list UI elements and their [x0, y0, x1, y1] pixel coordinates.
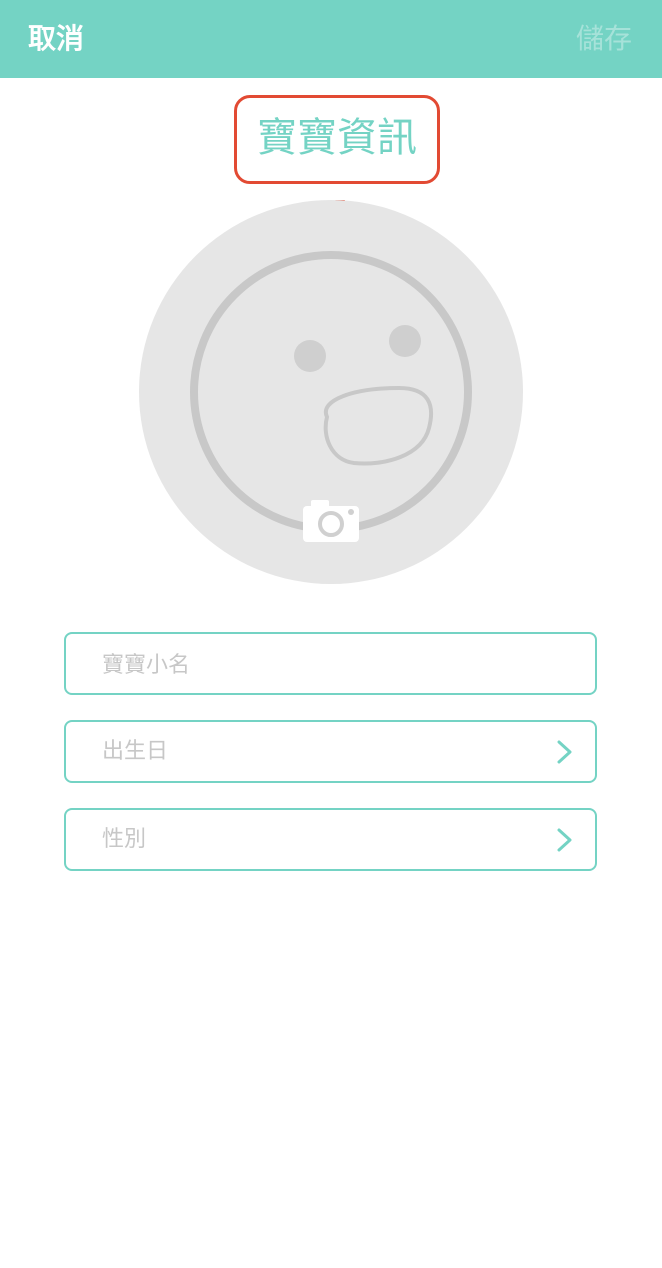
gender-selector[interactable]: 性別 [64, 808, 597, 871]
gender-label: 性別 [102, 827, 147, 852]
page-title: 寶寶資訊 [257, 115, 417, 161]
birthday-label: 出生日 [102, 739, 169, 764]
chevron-right-icon [557, 828, 572, 852]
camera-icon [303, 500, 359, 542]
save-button[interactable]: 儲存 [576, 20, 632, 58]
chevron-right-icon [557, 740, 572, 764]
avatar-upload[interactable] [139, 200, 523, 584]
top-bar: 取消 儲存 [0, 0, 662, 78]
cancel-button[interactable]: 取消 [28, 20, 84, 58]
smiley-face-icon [139, 200, 523, 584]
birthday-selector[interactable]: 出生日 [64, 720, 597, 783]
baby-nickname-field[interactable] [64, 632, 597, 695]
baby-nickname-input[interactable] [100, 646, 564, 684]
